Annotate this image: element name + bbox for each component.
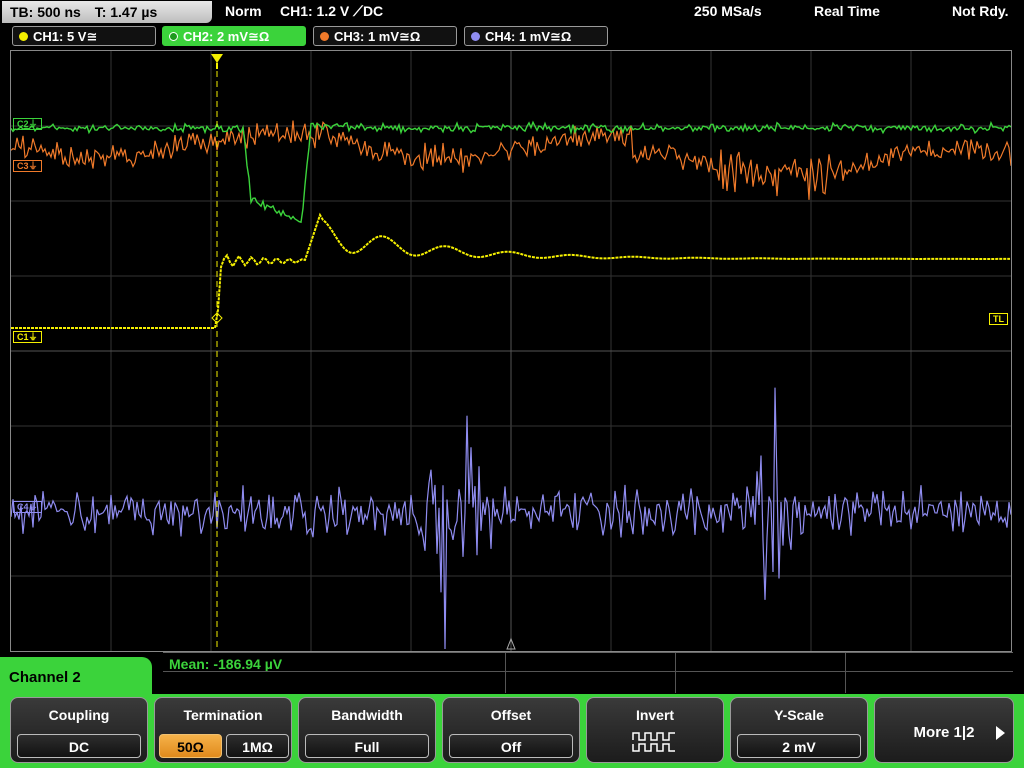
trigger-mode[interactable]: Norm [225,3,262,19]
tab-ch2-label: CH2: 2 mV≅Ω [183,29,270,44]
trigger-position-icon [211,54,223,63]
acquisition-status: Not Rdy. [952,3,1009,19]
coupling-softkey[interactable]: Coupling DC [10,697,148,763]
yscale-softkey[interactable]: Y-Scale 2 mV [730,697,868,763]
timebase-readout: TB: 500 ns [10,4,81,20]
top-status-bar: TB: 500 ns T: 1.47 µs Norm CH1: 1.2 V ⟋D… [0,0,1024,24]
ch1-color-icon [19,32,28,41]
more-softkey[interactable]: More 1|2 [874,697,1014,763]
offset-value[interactable]: Off [449,734,573,758]
coupling-value[interactable]: DC [17,734,141,758]
trigger-info[interactable]: CH1: 1.2 V ⟋DC [280,3,383,20]
termination-1mohm-option[interactable]: 1MΩ [226,734,289,758]
chevron-right-icon [996,726,1005,740]
measurement-panel: Mean: -186.94 µV [163,652,1013,693]
menu-title: Channel 2 [0,657,152,697]
yscale-title: Y-Scale [774,707,824,723]
trigger-level-marker[interactable]: TL [989,313,1008,325]
ch4-ground-marker[interactable]: C4⏚ [13,501,42,513]
mean-measurement: Mean: -186.94 µV [169,656,283,672]
softkey-bar: Coupling DC Termination 50Ω 1MΩ Bandwidt… [0,694,1024,768]
tab-ch4[interactable]: CH4: 1 mV≅Ω [464,26,608,46]
coupling-title: Coupling [48,707,110,723]
termination-50ohm-option[interactable]: 50Ω [159,734,222,758]
bandwidth-value[interactable]: Full [305,734,429,758]
bandwidth-title: Bandwidth [331,707,403,723]
ch3-ground-marker[interactable]: C3⏚ [13,160,42,172]
channel-tabs: CH1: 5 V≅ CH2: 2 mV≅Ω CH3: 1 mV≅Ω CH4: 1… [0,26,1024,48]
yscale-value[interactable]: 2 mV [737,734,861,758]
offset-softkey[interactable]: Offset Off [442,697,580,763]
tab-ch3-label: CH3: 1 mV≅Ω [334,29,421,44]
ch4-color-icon [471,32,480,41]
invert-title: Invert [635,707,675,723]
invert-waveform-icon [632,732,675,752]
timebase-box[interactable]: TB: 500 ns T: 1.47 µs [2,1,212,23]
waveform-canvas [11,51,1011,651]
tab-ch4-label: CH4: 1 mV≅Ω [485,29,572,44]
tab-ch1-label: CH1: 5 V≅ [33,29,98,44]
tab-ch2[interactable]: CH2: 2 mV≅Ω [162,26,306,46]
ch2-ground-marker[interactable]: C2⏚ [13,118,42,130]
sample-rate: 250 MSa/s [694,3,762,19]
termination-softkey[interactable]: Termination 50Ω 1MΩ [154,697,292,763]
ch3-color-icon [320,32,329,41]
waveform-display[interactable]: C2⏚ C3⏚ C1⏚ C4⏚ TL [10,50,1012,652]
ch2-color-icon [169,32,178,41]
tab-ch1[interactable]: CH1: 5 V≅ [12,26,156,46]
ch1-ground-marker[interactable]: C1⏚ [13,331,42,343]
acquisition-mode: Real Time [814,3,880,19]
more-label: More 1|2 [913,724,975,741]
invert-softkey[interactable]: Invert [586,697,724,763]
graticule-grid [11,51,1011,651]
trigger-time-readout: T: 1.47 µs [94,4,158,20]
bandwidth-softkey[interactable]: Bandwidth Full [298,697,436,763]
termination-title: Termination [183,707,263,723]
offset-title: Offset [490,707,532,723]
tab-ch3[interactable]: CH3: 1 mV≅Ω [313,26,457,46]
